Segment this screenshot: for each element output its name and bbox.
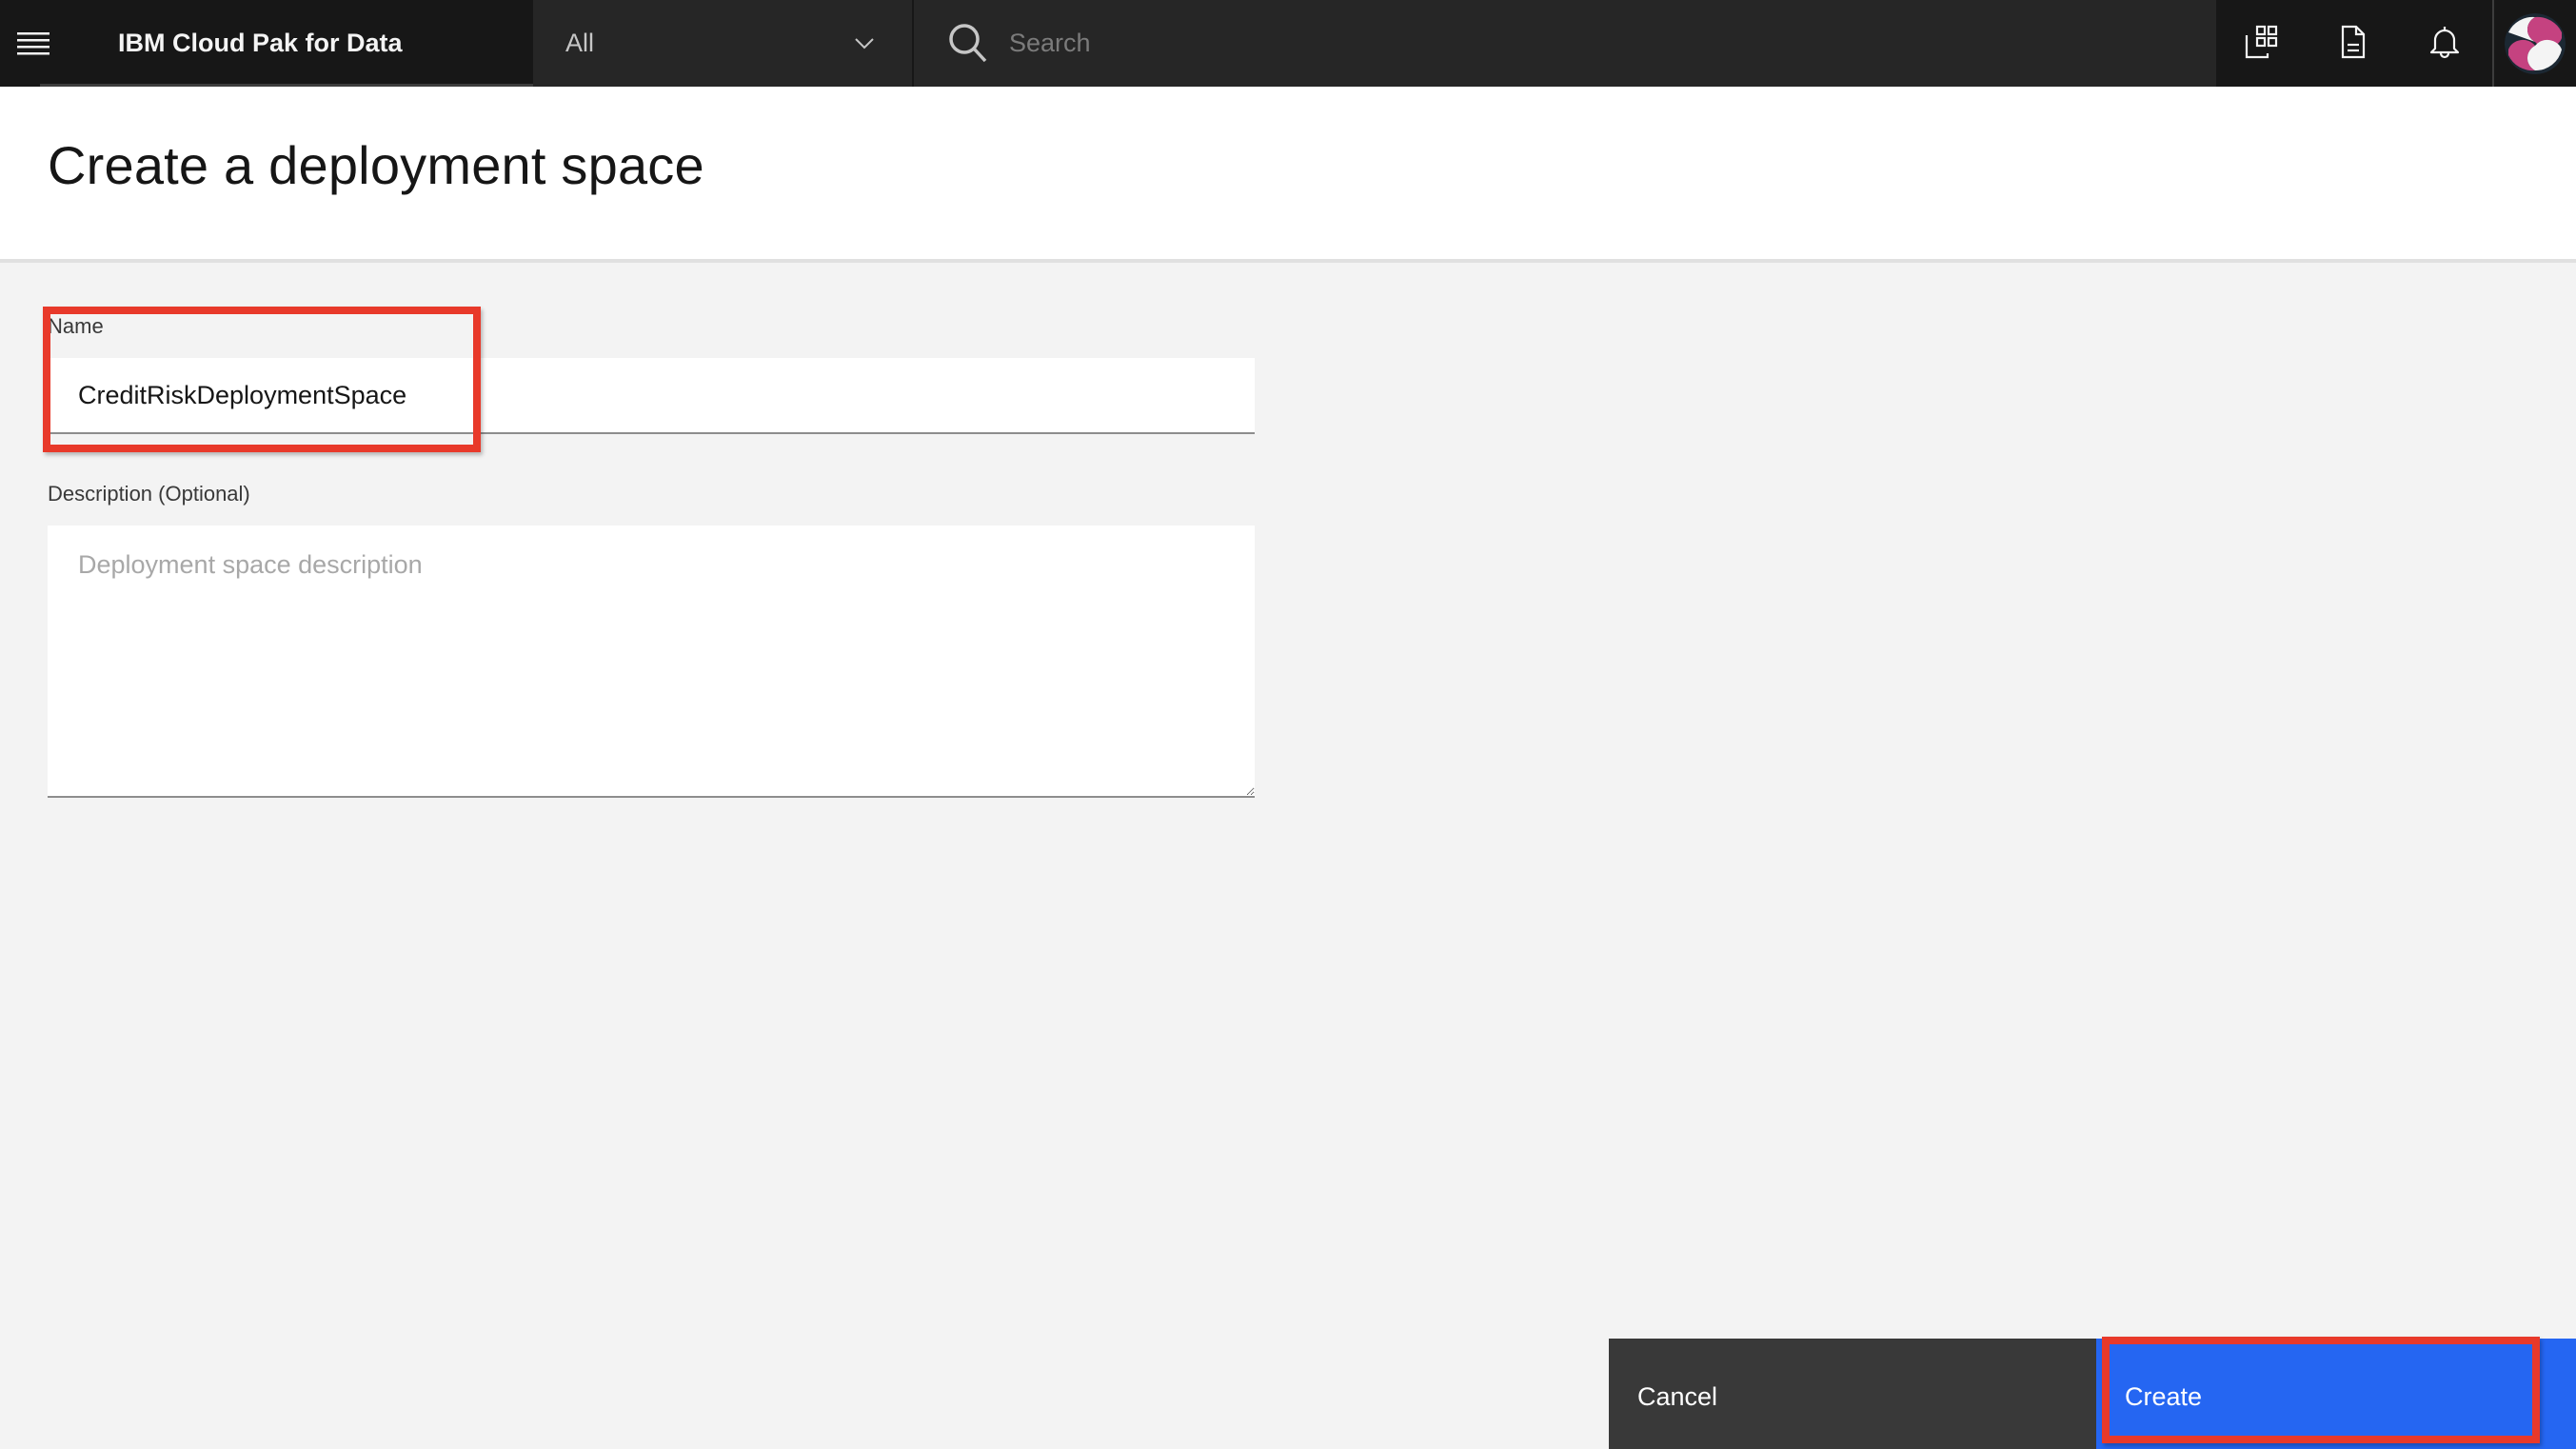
scope-dropdown[interactable]: All [533, 0, 914, 87]
app-switcher-icon [2245, 25, 2278, 59]
documents-button[interactable] [2308, 0, 2399, 84]
search-input[interactable] [1009, 0, 2151, 87]
create-button-label: Create [2125, 1382, 2203, 1411]
header-actions [2216, 0, 2492, 84]
search-bar [914, 0, 2216, 87]
hamburger-menu-icon [17, 31, 50, 54]
notifications-button[interactable] [2399, 0, 2490, 84]
name-input[interactable] [48, 358, 1255, 434]
user-avatar [2505, 12, 2566, 74]
product-name: IBM Cloud Pak for Data [118, 29, 403, 57]
page-title: Create a deployment space [48, 135, 704, 195]
app-switcher-button[interactable] [2216, 0, 2308, 84]
description-textarea[interactable] [48, 526, 1255, 798]
user-menu-button[interactable] [2492, 0, 2576, 87]
top-nav-bar: IBM Cloud Pak for Data All [0, 0, 2576, 87]
create-button[interactable]: Create [2096, 1339, 2576, 1449]
menu-button[interactable] [0, 0, 67, 87]
notification-bell-icon [2429, 27, 2460, 59]
scope-dropdown-value: All [565, 29, 595, 57]
description-label: Description (Optional) [48, 482, 250, 506]
search-icon[interactable] [946, 21, 990, 65]
cancel-button[interactable]: Cancel [1609, 1339, 2096, 1449]
name-label: Name [48, 314, 104, 338]
cancel-button-label: Cancel [1637, 1382, 1718, 1411]
document-icon [2341, 25, 2366, 59]
chevron-down-icon [855, 38, 874, 50]
page-header: Create a deployment space [0, 87, 2576, 263]
